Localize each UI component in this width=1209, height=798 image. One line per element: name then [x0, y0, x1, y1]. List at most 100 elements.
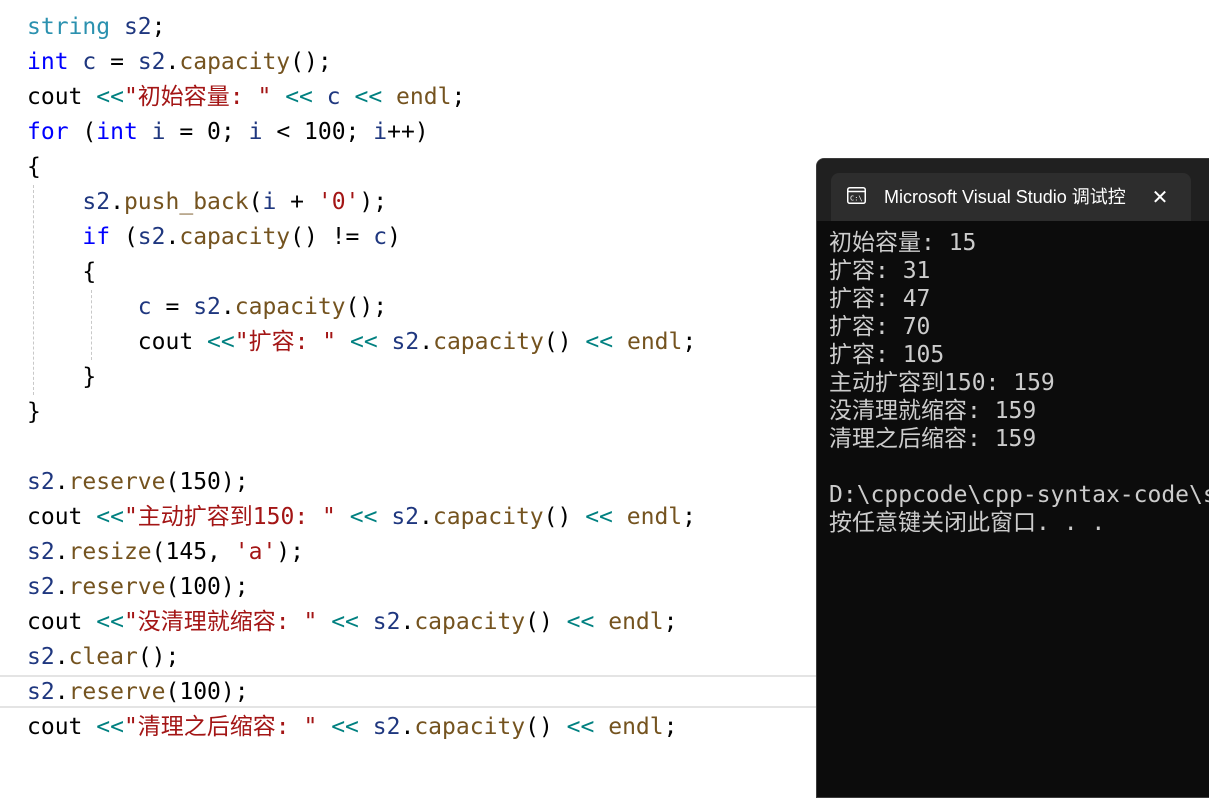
console-tab-title: Microsoft Visual Studio 调试控 [884, 187, 1126, 207]
code-token: resize [68, 539, 152, 565]
code-token: string [27, 14, 111, 40]
code-line-text: s2.reserve(100); [27, 675, 249, 710]
code-token: push_back [123, 189, 249, 215]
code-token: "扩容: " [234, 329, 337, 355]
code-token: s2 [123, 14, 152, 40]
code-token: . [54, 679, 69, 705]
code-token: s2 [27, 644, 55, 670]
code-token: s2 [193, 294, 221, 320]
code-token: ; [682, 504, 697, 530]
code-token: '0' [317, 189, 360, 215]
code-token: (); [290, 49, 332, 75]
code-token: { [27, 154, 41, 180]
code-token: << [96, 714, 124, 740]
code-token: ; [663, 714, 678, 740]
code-line-text: cout <<"初始容量: " << c << endl; [27, 80, 465, 115]
new-tab-area[interactable] [1191, 173, 1209, 221]
code-line-text: s2.push_back(i + '0'); [27, 185, 387, 220]
code-token: () [525, 609, 567, 635]
code-token: = [96, 49, 138, 75]
code-token: "初始容量: " [123, 84, 272, 110]
console-output-line: 清理之后缩容: 159 [829, 426, 1037, 452]
console-output-line: 没清理就缩容: 159 [829, 398, 1037, 424]
code-token: s2 [27, 469, 55, 495]
console-output-line: 扩容: 47 [829, 286, 931, 312]
console-app-icon: C:\ [847, 187, 866, 204]
code-line-text: s2.reserve(100); [27, 570, 249, 605]
code-token: << [96, 504, 124, 530]
code-token: capacity [179, 224, 291, 250]
code-line[interactable]: int c = s2.capacity(); [0, 45, 1209, 80]
code-token: endl [626, 504, 683, 530]
code-token: 'a' [234, 539, 277, 565]
code-token: s2 [27, 539, 55, 565]
code-token: i [248, 119, 263, 145]
code-token: << [349, 504, 378, 530]
code-line[interactable]: for (int i = 0; i < 100; i++) [0, 115, 1209, 150]
code-line-text: cout <<"扩容: " << s2.capacity() << endl; [27, 325, 696, 360]
code-token: i [151, 119, 166, 145]
code-token: c [373, 224, 388, 250]
code-token: << [349, 329, 378, 355]
console-output-line: 扩容: 31 [829, 258, 931, 284]
code-token: } [27, 399, 41, 425]
code-token: = 0; [165, 119, 249, 145]
code-token: . [54, 469, 69, 495]
code-line-text: int c = s2.capacity(); [27, 45, 332, 80]
code-token: "没清理就缩容: " [123, 609, 318, 635]
code-token: << [207, 329, 235, 355]
code-token: clear [68, 644, 138, 670]
code-token: ); [359, 189, 388, 215]
console-titlebar[interactable]: C:\ Microsoft Visual Studio 调试控 ✕ [817, 159, 1209, 221]
code-token: { [27, 259, 97, 285]
code-token: capacity [432, 504, 544, 530]
code-token: ( [68, 119, 97, 145]
code-token: ) [387, 224, 401, 250]
code-token: . [54, 539, 69, 565]
code-token: capacity [414, 609, 526, 635]
debug-console-window[interactable]: C:\ Microsoft Visual Studio 调试控 ✕ 初始容量: … [816, 158, 1209, 798]
code-token: . [165, 49, 180, 75]
code-token: ; [682, 329, 697, 355]
code-token: s2 [372, 609, 401, 635]
code-token: ; [663, 609, 678, 635]
code-token: s2 [82, 189, 111, 215]
code-token: (150); [165, 469, 249, 495]
code-token: ; [451, 84, 466, 110]
code-token: cout [27, 84, 83, 110]
code-token: << [566, 714, 595, 740]
svg-text:C:\: C:\ [850, 195, 863, 203]
code-token: s2 [137, 224, 166, 250]
console-tab[interactable]: C:\ Microsoft Visual Studio 调试控 ✕ [831, 173, 1191, 221]
console-output: 初始容量: 15 扩容: 31 扩容: 47 扩容: 70 扩容: 105 主动扩容到15… [829, 229, 1209, 537]
code-token: capacity [414, 714, 526, 740]
code-token: c [137, 294, 152, 320]
code-token: ++) [387, 119, 429, 145]
code-token: ( [248, 189, 263, 215]
code-token: (100); [165, 679, 249, 705]
code-line[interactable]: string s2; [0, 10, 1209, 45]
code-token: c [82, 49, 97, 75]
code-token: ( [110, 224, 138, 250]
code-token: << [285, 84, 313, 110]
code-line-text: for (int i = 0; i < 100; i++) [27, 115, 429, 150]
close-icon[interactable]: ✕ [1148, 185, 1172, 209]
code-line[interactable]: cout <<"初始容量: " << c << endl; [0, 80, 1209, 115]
code-line-text: s2.resize(145, 'a'); [27, 535, 304, 570]
code-token: reserve [68, 469, 166, 495]
code-token: << [354, 84, 383, 110]
code-line-text: cout <<"主动扩容到150: " << s2.capacity() << … [27, 500, 696, 535]
code-token: reserve [68, 574, 166, 600]
